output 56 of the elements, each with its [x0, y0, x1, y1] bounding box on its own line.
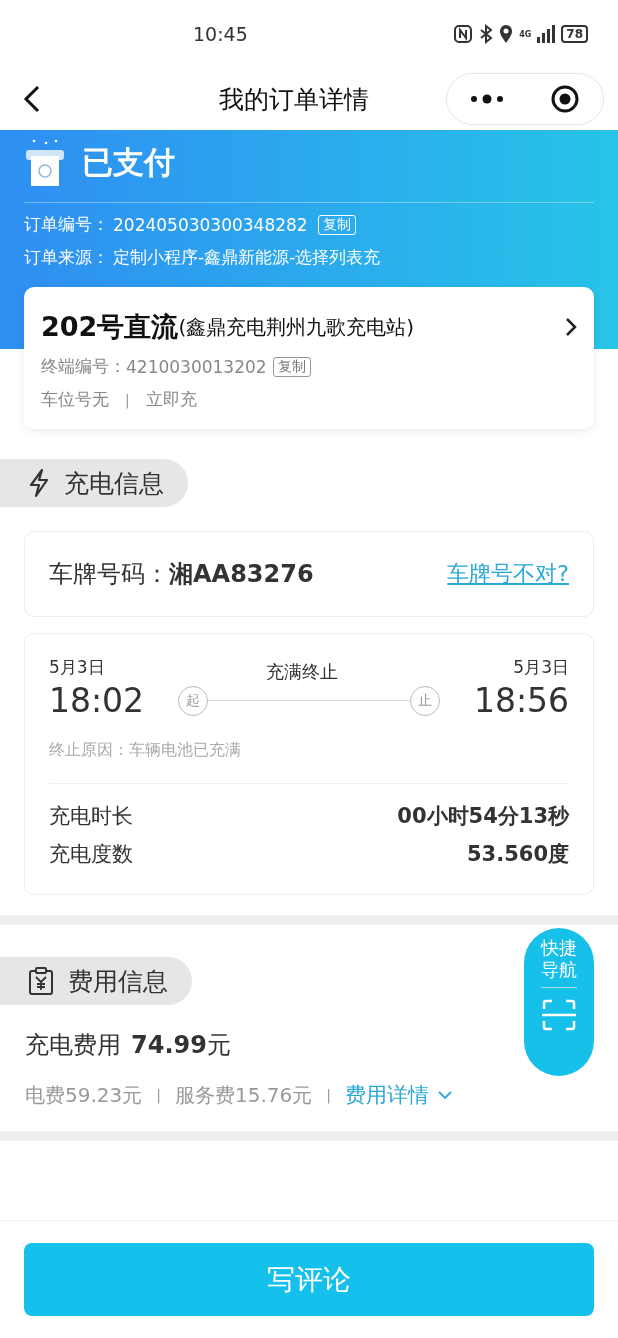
end-date: 5月3日	[513, 656, 569, 679]
fee-item: 电费59.23元	[25, 1081, 143, 1109]
start-date: 5月3日	[49, 656, 105, 679]
order-number-label: 订单编号：	[24, 213, 109, 236]
write-review-button[interactable]: 写评论	[24, 1243, 594, 1316]
order-source-label: 订单来源：	[24, 246, 109, 269]
stat-label: 充电时长	[49, 803, 133, 830]
network-label: 4G	[519, 29, 532, 39]
fee-unit: 元	[206, 1030, 231, 1061]
page-title: 我的订单详情	[218, 83, 370, 116]
battery-level: 78	[561, 25, 588, 43]
stat-label: 充电度数	[49, 841, 133, 868]
wrong-plate-link[interactable]: 车牌号不对?	[447, 559, 569, 589]
more-icon[interactable]	[470, 94, 504, 104]
start-time: 18:02	[49, 681, 145, 720]
separator: |	[326, 1087, 331, 1103]
quick-nav-button[interactable]: 快捷导航	[524, 928, 594, 1076]
signal-icon	[537, 25, 556, 43]
fee-label: 充电费用	[25, 1030, 121, 1061]
plate-label: 车牌号码：	[49, 559, 169, 590]
charger-name: 202号直流	[41, 310, 179, 344]
order-number: 202405030300348282	[113, 214, 308, 235]
station-name: (鑫鼎充电荆州九歌充电站)	[178, 314, 414, 339]
fee-amount: 74.99	[131, 1031, 207, 1059]
fee-item: 服务费15.76元	[175, 1081, 313, 1109]
stat-value: 53.560度	[466, 841, 569, 868]
payment-status: 已支付	[82, 143, 175, 182]
section-title: 充电信息	[64, 467, 164, 500]
parking-space: 车位号无	[41, 388, 109, 411]
status-time: 10:45	[193, 23, 248, 45]
scan-icon	[541, 998, 577, 1033]
chevron-down-icon	[436, 1090, 453, 1100]
lightning-icon	[28, 468, 50, 498]
stop-reason: 终止原因：车辆电池已充满	[49, 740, 241, 759]
fee-details-link[interactable]: 费用详情	[344, 1081, 453, 1109]
separator: |	[156, 1087, 161, 1103]
terminal-label: 终端编号：	[41, 355, 126, 378]
station-card[interactable]: 202号直流(鑫鼎充电荆州九歌充电站) 终端编号：4210030013202 复制 车位号无 | 立即充	[24, 287, 594, 429]
copy-button[interactable]: 复制	[317, 214, 356, 235]
charge-end-status: 充满终止	[266, 659, 339, 684]
nfc-icon	[453, 24, 474, 44]
close-icon[interactable]	[550, 84, 580, 114]
location-icon	[499, 24, 514, 44]
order-source: 定制小程序-鑫鼎新能源-选择列表充	[113, 246, 381, 269]
stat-value: 00小时54分13秒	[397, 803, 569, 830]
terminal-number: 4210030013202	[126, 356, 267, 377]
copy-button[interactable]: 复制	[272, 356, 311, 377]
separator: |	[125, 391, 130, 408]
bluetooth-icon	[479, 24, 494, 44]
back-icon[interactable]	[22, 84, 42, 114]
charge-mode: 立即充	[145, 388, 197, 411]
fee-clipboard-icon	[28, 966, 54, 996]
plate-number: 湘AA83276	[169, 559, 314, 590]
end-time: 18:56	[473, 681, 569, 720]
chevron-right-icon	[564, 316, 578, 338]
section-title: 费用信息	[68, 965, 168, 998]
